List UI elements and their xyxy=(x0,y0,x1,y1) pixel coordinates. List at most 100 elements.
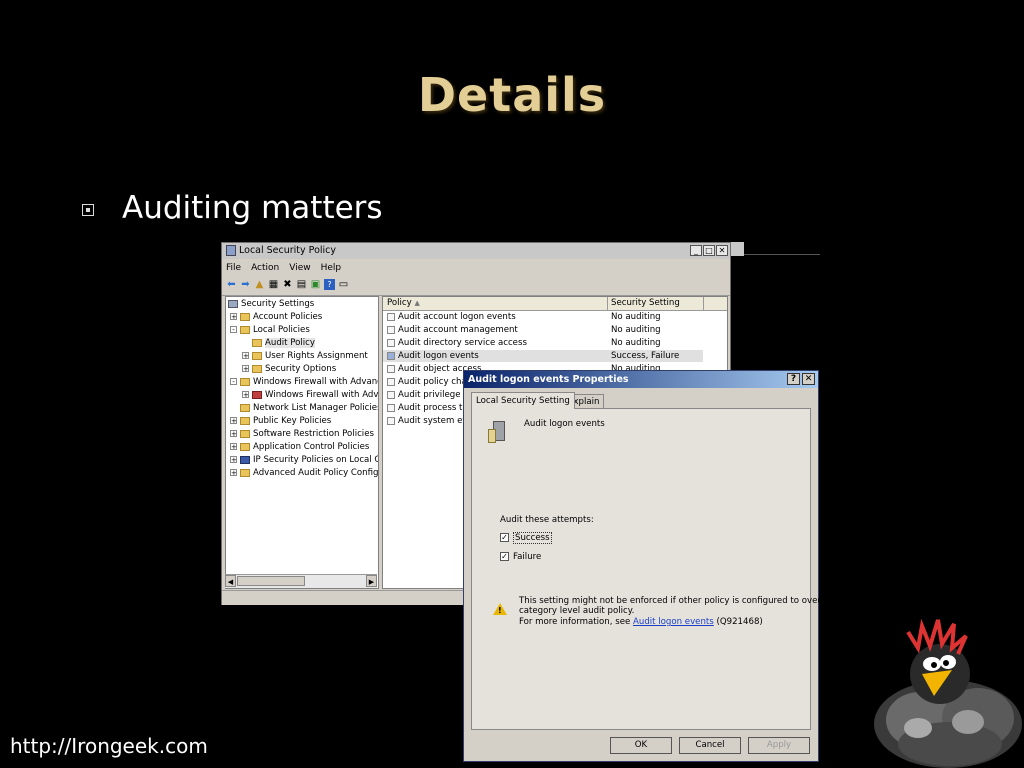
forward-arrow-icon[interactable]: ➡ xyxy=(240,279,251,290)
maximize-icon[interactable]: □ xyxy=(703,245,715,256)
up-folder-icon[interactable]: ▲ xyxy=(254,279,265,290)
folder-icon xyxy=(240,442,250,451)
collapse-icon[interactable]: - xyxy=(230,378,237,386)
menu-help[interactable]: Help xyxy=(321,263,342,273)
tree-item[interactable]: Network List Manager Policies xyxy=(240,402,378,414)
navigation-tree: Security Settings + Account Policies - Loc… xyxy=(225,296,379,589)
minimize-icon[interactable]: _ xyxy=(690,245,702,256)
folder-icon xyxy=(240,429,250,438)
help-icon[interactable]: ? xyxy=(787,373,800,385)
settings-panel: Audit logon events Audit these attempts:… xyxy=(471,408,837,730)
expand-icon[interactable]: + xyxy=(230,456,237,464)
folder-icon xyxy=(252,351,262,360)
irongeek-penguin-logo xyxy=(874,618,1022,768)
collapse-icon[interactable]: - xyxy=(230,326,237,334)
column-security-setting[interactable]: Security Setting xyxy=(611,298,680,310)
folder-icon xyxy=(240,325,250,334)
main-titlebar[interactable]: Local Security Policy _ □ ✕ xyxy=(222,243,730,259)
window-edge-line xyxy=(744,254,820,255)
column-policy[interactable]: Policy ▲ xyxy=(387,298,420,310)
folder-icon xyxy=(240,416,250,425)
policy-icon xyxy=(387,338,395,347)
policy-icon xyxy=(387,377,395,386)
column-divider[interactable] xyxy=(607,297,608,310)
apply-button[interactable]: Apply xyxy=(748,737,810,754)
expand-icon[interactable]: + xyxy=(230,443,237,451)
success-label: Success xyxy=(513,532,552,544)
folder-icon xyxy=(240,312,250,321)
tree-item[interactable]: +IP Security Policies on Local Com xyxy=(230,454,378,466)
tree-item[interactable]: + Application Control Policies xyxy=(230,441,369,453)
delete-icon[interactable]: ✖ xyxy=(282,279,293,290)
properties-icon[interactable]: ▤ xyxy=(296,279,307,290)
audit-logon-properties-dialog: Audit logon events Properties ? ✕ Local S… xyxy=(463,370,837,762)
show-tree-icon[interactable]: ▦ xyxy=(268,279,279,290)
table-row[interactable]: Audit directory service access No auditin… xyxy=(383,337,727,349)
tree-item-selected[interactable]: Audit Policy xyxy=(252,337,315,349)
tree-item[interactable]: + Account Policies xyxy=(230,311,322,323)
folder-icon xyxy=(252,338,262,347)
close-icon[interactable]: ✕ xyxy=(716,245,728,256)
expand-icon[interactable]: + xyxy=(242,352,249,360)
tree-item[interactable]: - Local Policies xyxy=(230,324,310,336)
footer-url: http://Irongeek.com xyxy=(10,734,208,758)
tree-item[interactable]: Security Settings xyxy=(228,298,314,310)
server-policy-icon xyxy=(488,421,508,443)
ip-security-icon xyxy=(240,455,250,464)
expand-icon[interactable]: + xyxy=(230,417,237,425)
success-checkbox[interactable]: ✓ xyxy=(500,533,509,542)
ok-button[interactable]: OK xyxy=(610,737,672,754)
tree-item[interactable]: +Windows Firewall with Advanc xyxy=(242,389,378,401)
scrollbar-thumb[interactable] xyxy=(237,576,305,586)
console-icon[interactable]: ▭ xyxy=(338,279,349,290)
audit-logon-events-link[interactable]: Audit logon events xyxy=(633,617,714,627)
tree-item[interactable]: + User Rights Assignment xyxy=(242,350,368,362)
policy-icon xyxy=(387,325,395,334)
table-row[interactable]: Audit account logon events No auditing xyxy=(383,311,727,323)
failure-checkbox[interactable]: ✓ xyxy=(500,552,509,561)
bullet-text: Auditing matters xyxy=(122,190,383,226)
expand-icon[interactable]: + xyxy=(230,469,237,477)
expand-icon[interactable]: + xyxy=(242,365,249,373)
scroll-right-icon[interactable]: ▶ xyxy=(366,575,377,587)
expand-icon[interactable]: + xyxy=(242,391,249,399)
policy-icon xyxy=(387,364,395,373)
expand-icon[interactable]: + xyxy=(230,430,237,438)
close-icon[interactable]: ✕ xyxy=(802,373,815,385)
tree-item[interactable]: + Software Restriction Policies xyxy=(230,428,374,440)
dialog-title: Audit logon events Properties xyxy=(468,374,629,385)
table-row-selected[interactable]: Audit logon events Success, Failure xyxy=(383,350,703,362)
back-arrow-icon[interactable]: ⬅ xyxy=(226,279,237,290)
folder-icon xyxy=(252,364,262,373)
tab-local-security-setting[interactable]: Local Security Setting xyxy=(471,392,575,409)
folder-icon xyxy=(240,377,250,386)
scroll-left-icon[interactable]: ◀ xyxy=(225,575,236,587)
menu-file[interactable]: File xyxy=(226,263,241,273)
sort-ascending-icon: ▲ xyxy=(414,299,420,307)
cancel-button[interactable]: Cancel xyxy=(679,737,741,754)
success-option[interactable]: ✓ Success xyxy=(500,532,552,544)
export-list-icon[interactable]: ▣ xyxy=(310,279,321,290)
policy-icon xyxy=(387,312,395,321)
dialog-titlebar[interactable]: Audit logon events Properties ? ✕ xyxy=(464,371,818,388)
tree-item[interactable]: + Security Options xyxy=(242,363,336,375)
tree-item[interactable]: + Public Key Policies xyxy=(230,415,331,427)
tree-horizontal-scrollbar[interactable]: ◀ ▶ xyxy=(225,574,377,588)
column-divider[interactable] xyxy=(703,297,704,310)
bullet-square-icon xyxy=(82,204,94,216)
policy-icon xyxy=(387,416,395,425)
table-row[interactable]: Audit account management No auditing xyxy=(383,324,727,336)
expand-icon[interactable]: + xyxy=(230,313,237,321)
failure-label: Failure xyxy=(513,552,542,562)
menu-bar: File Action View Help xyxy=(226,263,351,273)
help-icon[interactable]: ? xyxy=(324,279,335,290)
failure-option[interactable]: ✓ Failure xyxy=(500,552,541,562)
main-window-title: Local Security Policy xyxy=(239,245,336,256)
tree-item[interactable]: - Windows Firewall with Advanced xyxy=(230,376,378,388)
menu-action[interactable]: Action xyxy=(251,263,279,273)
menu-view[interactable]: View xyxy=(289,263,310,273)
security-policy-app-icon xyxy=(226,245,236,256)
tree-item[interactable]: + Advanced Audit Policy Configura xyxy=(230,467,378,479)
policy-icon xyxy=(387,390,395,399)
folder-icon xyxy=(240,403,250,412)
